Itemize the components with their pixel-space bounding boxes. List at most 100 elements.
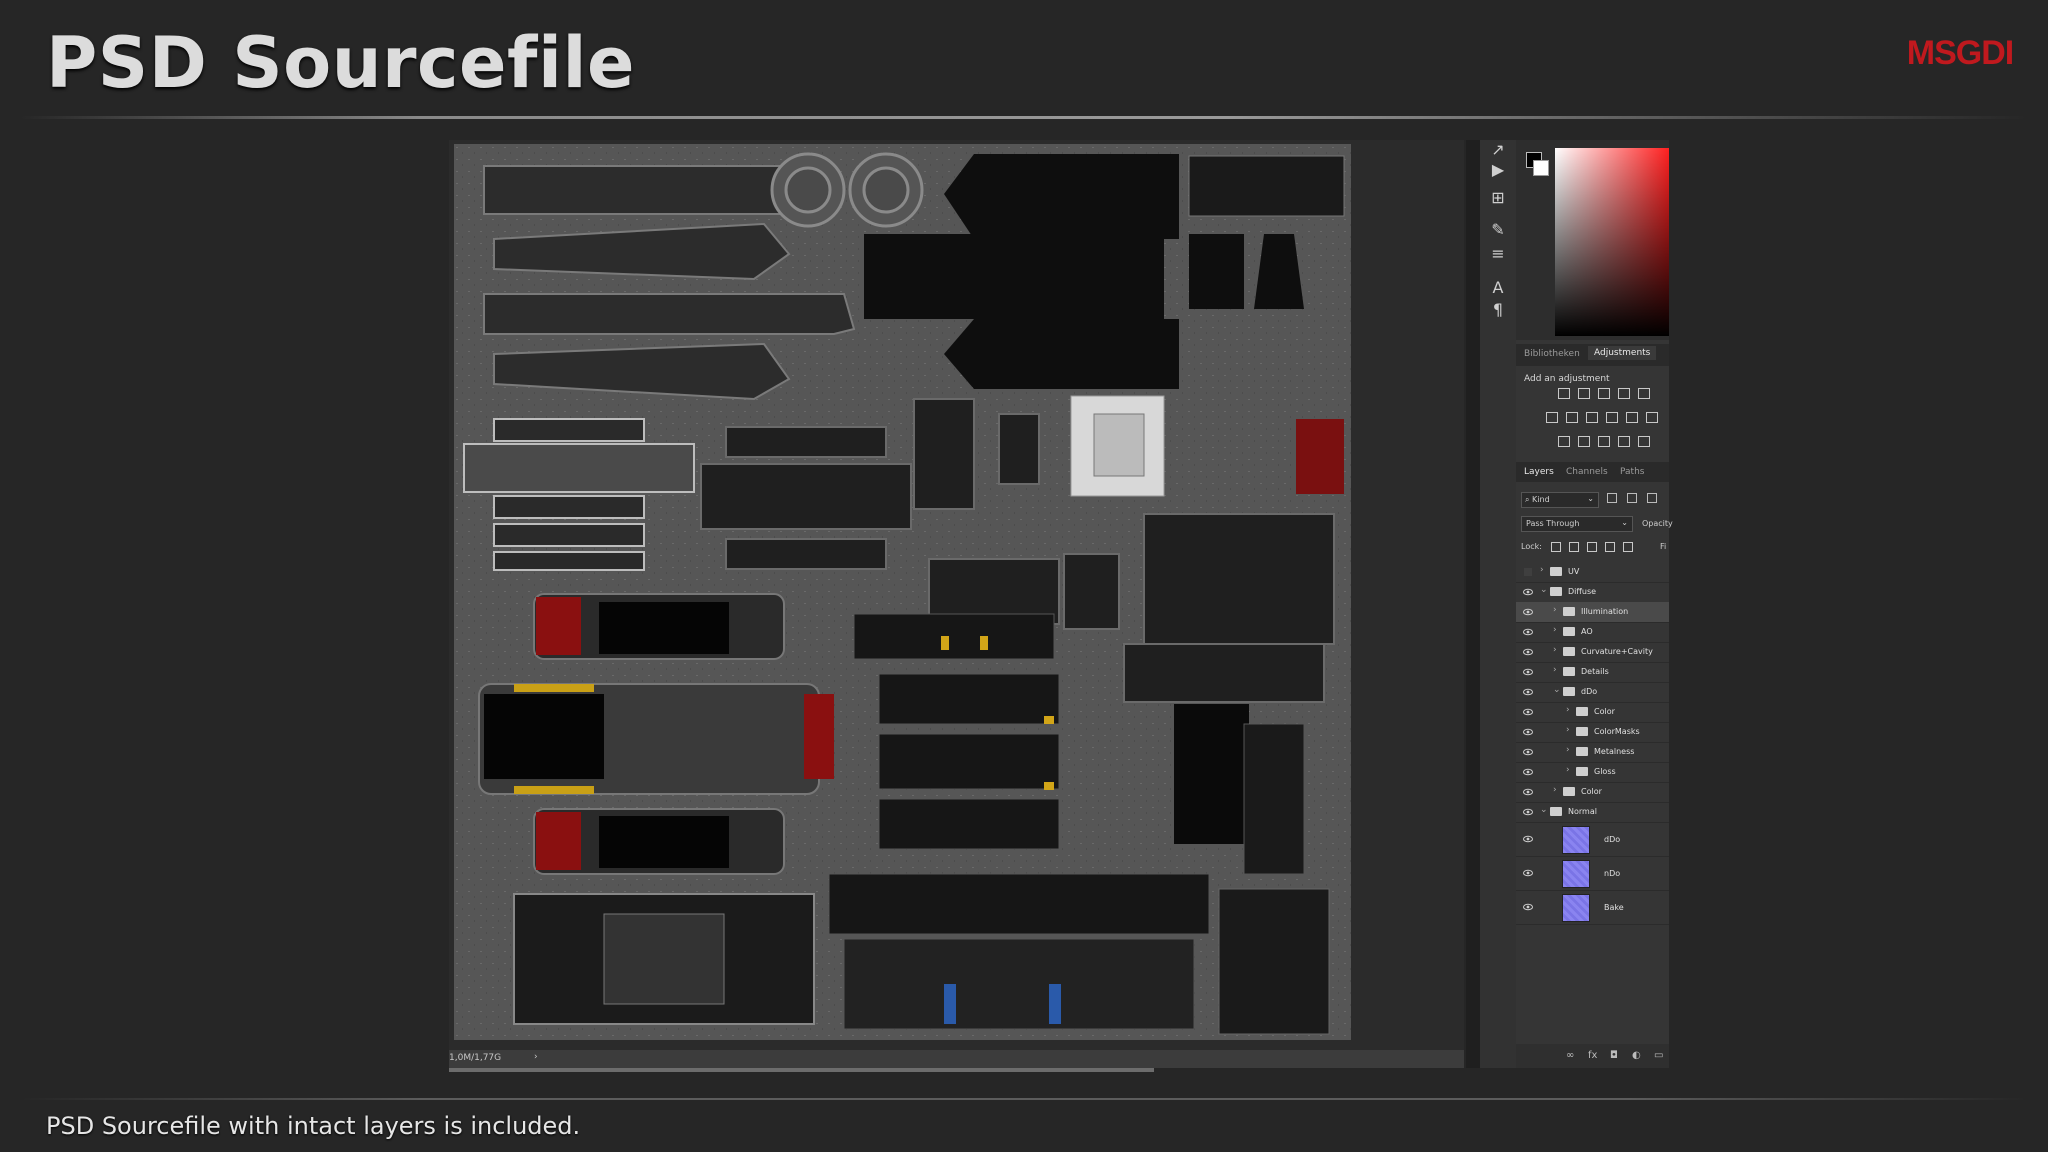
eye-icon[interactable]	[1523, 667, 1533, 677]
chevron-down-icon[interactable]: ⌄	[1540, 585, 1548, 595]
eye-icon[interactable]	[1523, 747, 1533, 757]
tab-paths[interactable]: Paths	[1620, 467, 1644, 477]
layer-style-icon[interactable]: fx	[1588, 1050, 1597, 1061]
exposure-icon[interactable]	[1618, 388, 1630, 399]
eye-icon[interactable]	[1523, 627, 1533, 637]
eye-icon[interactable]	[1523, 727, 1533, 737]
vibrance-icon[interactable]	[1638, 388, 1650, 399]
gradient-map-icon[interactable]	[1638, 436, 1650, 447]
canvas-vertical-scrollbar[interactable]	[1466, 140, 1480, 1068]
chevron-right-icon[interactable]: ›	[1566, 705, 1570, 715]
canvas-horizontal-scrollbar[interactable]	[449, 1068, 1154, 1072]
levels-icon[interactable]	[1578, 388, 1590, 399]
posterize-icon[interactable]	[1578, 436, 1590, 447]
eye-icon[interactable]	[1523, 587, 1533, 597]
eye-hidden-icon[interactable]	[1523, 567, 1533, 577]
filter-adjustment-icon[interactable]	[1627, 493, 1637, 503]
layer-row[interactable]: › Details	[1516, 662, 1669, 683]
eye-icon[interactable]	[1523, 787, 1533, 797]
eye-icon[interactable]	[1523, 767, 1533, 777]
tab-layers[interactable]: Layers	[1524, 467, 1554, 477]
texture-atlas-canvas[interactable]	[454, 144, 1351, 1040]
character-icon[interactable]: A	[1488, 278, 1508, 298]
tab-adjustments[interactable]: Adjustments	[1588, 346, 1657, 360]
lock-transparent-icon[interactable]	[1551, 542, 1561, 552]
brush-icon[interactable]: ✎	[1488, 220, 1508, 240]
new-adjustment-icon[interactable]: ◐	[1632, 1050, 1641, 1061]
folder-icon	[1576, 747, 1588, 756]
3d-icon[interactable]: ⊞	[1488, 188, 1508, 208]
background-color-swatch[interactable]	[1533, 160, 1549, 176]
layer-row[interactable]: dDo	[1516, 822, 1669, 857]
chevron-right-icon[interactable]: ›	[1553, 785, 1557, 795]
selective-color-icon[interactable]	[1618, 436, 1630, 447]
new-group-icon[interactable]: ▭	[1654, 1050, 1663, 1061]
layer-row[interactable]: › ColorMasks	[1516, 722, 1669, 743]
tab-bibliotheken[interactable]: Bibliotheken	[1524, 349, 1580, 359]
eye-icon[interactable]	[1523, 807, 1533, 817]
chevron-down-icon[interactable]: ⌄	[1540, 805, 1548, 815]
chevron-down-icon[interactable]: ⌄	[1553, 685, 1561, 695]
layer-name: Diffuse	[1568, 587, 1597, 596]
invert-icon[interactable]	[1558, 436, 1570, 447]
layer-kind-filter[interactable]: ⌕ Kind ⌄	[1521, 492, 1599, 508]
path-select-icon[interactable]: ↗	[1488, 140, 1508, 160]
page-title: PSD Sourcefile	[46, 22, 635, 104]
filter-pixel-icon[interactable]	[1607, 493, 1617, 503]
lock-all-icon[interactable]	[1623, 542, 1633, 552]
photo-filter-icon[interactable]	[1606, 412, 1618, 423]
layer-row[interactable]: › AO	[1516, 622, 1669, 643]
play-icon[interactable]: ▶	[1488, 160, 1508, 180]
layer-row[interactable]: › UV	[1516, 562, 1669, 583]
eye-icon[interactable]	[1523, 902, 1533, 912]
channel-mixer-icon[interactable]	[1626, 412, 1638, 423]
chevron-right-icon[interactable]: ›	[1540, 565, 1544, 575]
lock-position-icon[interactable]	[1587, 542, 1597, 552]
eye-icon[interactable]	[1523, 834, 1533, 844]
filter-type-icon[interactable]	[1647, 493, 1657, 503]
eye-icon[interactable]	[1523, 707, 1533, 717]
chevron-right-icon[interactable]: ›	[1566, 725, 1570, 735]
eye-icon[interactable]	[1523, 607, 1533, 617]
caption: PSD Sourcefile with intact layers is inc…	[46, 1112, 581, 1140]
layer-row[interactable]: Bake	[1516, 890, 1669, 925]
eye-icon[interactable]	[1523, 868, 1533, 878]
layer-row[interactable]: nDo	[1516, 856, 1669, 891]
chevron-right-icon[interactable]: ›	[1553, 665, 1557, 675]
layer-row[interactable]: ⌄ Diffuse	[1516, 582, 1669, 603]
curves-icon[interactable]	[1598, 388, 1610, 399]
chevron-right-icon[interactable]: ›	[1553, 645, 1557, 655]
status-menu-arrow[interactable]: ›	[534, 1052, 538, 1062]
sliders-icon[interactable]: ≡	[1488, 244, 1508, 264]
folder-icon	[1563, 787, 1575, 796]
layer-row[interactable]: › Color	[1516, 702, 1669, 723]
threshold-icon[interactable]	[1598, 436, 1610, 447]
color-lookup-icon[interactable]	[1646, 412, 1658, 423]
eye-icon[interactable]	[1523, 647, 1533, 657]
layer-row[interactable]: › Color	[1516, 782, 1669, 803]
layer-row[interactable]: ⌄ dDo	[1516, 682, 1669, 703]
black-white-icon[interactable]	[1586, 412, 1598, 423]
brightness-icon[interactable]	[1558, 388, 1570, 399]
lock-artboard-icon[interactable]	[1605, 542, 1615, 552]
layer-row[interactable]: › Curvature+Cavity	[1516, 642, 1669, 663]
layer-row[interactable]: › Metalness	[1516, 742, 1669, 763]
paragraph-icon[interactable]: ¶	[1488, 300, 1508, 320]
chevron-right-icon[interactable]: ›	[1553, 625, 1557, 635]
tab-channels[interactable]: Channels	[1566, 467, 1608, 477]
blend-mode-select[interactable]: Pass Through ⌄	[1521, 516, 1633, 532]
layer-mask-icon[interactable]: ◘	[1610, 1050, 1618, 1061]
chevron-right-icon[interactable]: ›	[1566, 765, 1570, 775]
lock-image-icon[interactable]	[1569, 542, 1579, 552]
layer-row[interactable]: › Gloss	[1516, 762, 1669, 783]
chevron-right-icon[interactable]: ›	[1553, 605, 1557, 615]
chevron-right-icon[interactable]: ›	[1566, 745, 1570, 755]
color-field[interactable]	[1555, 148, 1669, 336]
eye-icon[interactable]	[1523, 687, 1533, 697]
link-layers-icon[interactable]: ∞	[1566, 1050, 1574, 1061]
color-balance-icon[interactable]	[1566, 412, 1578, 423]
folder-icon	[1563, 687, 1575, 696]
hue-saturation-icon[interactable]	[1546, 412, 1558, 423]
layer-row[interactable]: › Illumination	[1516, 602, 1669, 623]
layer-row[interactable]: ⌄ Normal	[1516, 802, 1669, 823]
